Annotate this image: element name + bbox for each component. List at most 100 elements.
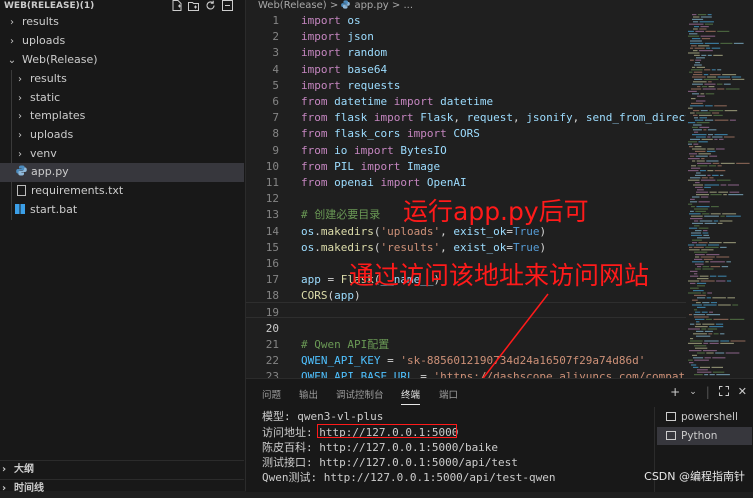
chevron-right-icon: ›: [10, 36, 14, 47]
minimap-mark: [709, 326, 724, 328]
minimap-mark: [695, 323, 701, 325]
minimap-mark: [694, 273, 698, 275]
tree-file-requirements[interactable]: requirements.txt: [0, 182, 244, 201]
minimap[interactable]: [686, 12, 753, 378]
chevron-right-icon: ›: [18, 149, 22, 160]
breadcrumb-file[interactable]: app.py: [354, 0, 388, 11]
tree-folder-static[interactable]: › static: [0, 89, 244, 108]
minimap-mark: [692, 242, 697, 244]
terminal-line: 测试接口: http://127.0.0.1:5000/api/test: [262, 456, 518, 469]
minimap-mark: [693, 366, 699, 368]
minimap-mark: [704, 357, 711, 359]
code-token: =: [413, 370, 434, 378]
minimap-mark: [714, 170, 726, 172]
minimap-mark: [704, 215, 719, 217]
tree-folder-results[interactable]: › results: [0, 13, 244, 32]
new-folder-icon[interactable]: [188, 0, 199, 11]
tree-folder-templates[interactable]: › templates: [0, 107, 244, 126]
minimap-mark: [707, 170, 714, 172]
code-token: ,: [440, 240, 454, 254]
minimap-mark: [695, 244, 707, 246]
minimap-mark: [693, 124, 702, 126]
code-line[interactable]: 9 from io import BytesIO: [246, 143, 686, 159]
chevron-down-icon[interactable]: ⌄: [689, 387, 697, 399]
minimap-mark: [688, 52, 700, 54]
code-line[interactable]: 4 import base64: [246, 62, 686, 78]
minimap-mark: [690, 210, 694, 212]
minimap-mark: [695, 311, 701, 313]
minimap-mark: [695, 150, 706, 152]
minimap-mark: [702, 292, 706, 294]
minimap-mark: [694, 47, 705, 49]
code-line[interactable]: 3 import random: [246, 45, 686, 61]
line-number: 11: [265, 176, 279, 189]
collapse-all-icon[interactable]: [222, 0, 233, 11]
minimap-mark: [692, 83, 703, 85]
minimap-mark: [718, 304, 731, 306]
close-panel-icon[interactable]: ✕: [738, 385, 747, 399]
minimap-mark: [692, 222, 704, 224]
code-line[interactable]: 5 import requests: [246, 78, 686, 94]
terminal-list-python[interactable]: Python: [657, 427, 752, 445]
timeline-section[interactable]: › 时间线: [0, 479, 244, 498]
minimap-mark: [701, 177, 708, 179]
code-line[interactable]: 6 from datetime import datetime: [246, 94, 686, 110]
outline-section[interactable]: › 大纲: [0, 460, 244, 479]
minimap-mark: [707, 14, 712, 16]
minimap-mark: [720, 184, 727, 186]
minimap-mark: [717, 76, 730, 78]
minimap-mark: [707, 54, 712, 56]
tab-output[interactable]: 输出: [299, 387, 318, 401]
code-line[interactable]: 8 from flask_cors import CORS: [246, 126, 686, 142]
explorer-header: WEB(RELEASE)(1): [0, 0, 245, 12]
minimap-mark: [729, 119, 736, 121]
minimap-mark: [736, 162, 750, 164]
minimap-mark: [710, 194, 722, 196]
code-token: 'results': [380, 240, 441, 254]
tree-folder-uploads-sub[interactable]: › uploads: [0, 126, 244, 145]
minimap-mark: [695, 174, 706, 176]
terminal-list-powershell[interactable]: powershell: [657, 408, 752, 426]
refresh-icon[interactable]: [205, 0, 216, 11]
minimap-mark: [701, 196, 709, 198]
code-line[interactable]: 10 from PIL import Image: [246, 159, 686, 175]
code-line[interactable]: 1 import os: [246, 13, 686, 29]
minimap-mark: [693, 246, 704, 248]
breadcrumb-folder[interactable]: Web(Release): [258, 0, 327, 11]
minimap-mark: [702, 268, 714, 270]
tree-file-app-py[interactable]: app.py: [0, 163, 244, 182]
tree-file-start-bat[interactable]: start.bat: [0, 201, 244, 220]
chevron-right-icon: ›: [2, 464, 7, 475]
code-line[interactable]: 2 import json: [246, 29, 686, 45]
code-line[interactable]: 15 os.makedirs('results', exist_ok=True): [246, 240, 686, 256]
minimap-mark: [695, 119, 704, 121]
minimap-mark: [717, 165, 722, 167]
minimap-mark: [690, 282, 696, 284]
tab-terminal[interactable]: 终端: [401, 387, 421, 405]
minimap-mark: [695, 318, 705, 320]
code-line[interactable]: 11 from openai import OpenAI: [246, 175, 686, 191]
new-file-icon[interactable]: [171, 0, 182, 11]
chevron-right-icon: ›: [18, 111, 22, 122]
add-terminal-icon[interactable]: +: [670, 385, 680, 399]
maximize-panel-icon[interactable]: [718, 385, 729, 399]
code-token: import: [301, 78, 341, 92]
tree-folder-web-release[interactable]: ⌄ Web(Release): [0, 51, 244, 70]
tab-ports[interactable]: 端口: [439, 387, 458, 401]
minimap-mark: [699, 117, 707, 119]
code-token: import: [301, 14, 341, 27]
tab-problems[interactable]: 问题: [262, 387, 281, 401]
minimap-mark: [709, 177, 714, 179]
minimap-mark: [702, 323, 715, 325]
tab-debug-console[interactable]: 调试控制台: [336, 387, 384, 401]
minimap-mark: [688, 35, 700, 37]
minimap-mark: [720, 333, 725, 335]
minimap-mark: [688, 170, 699, 172]
tree-folder-venv[interactable]: › venv: [0, 145, 244, 164]
tree-folder-results-sub[interactable]: › results: [0, 70, 244, 89]
code-token: import: [393, 95, 434, 108]
tree-folder-uploads[interactable]: › uploads: [0, 32, 244, 51]
minimap-mark: [730, 340, 746, 342]
minimap-mark: [697, 14, 707, 16]
code-line[interactable]: 7 from flask import Flask, request, jsoni…: [246, 110, 686, 126]
